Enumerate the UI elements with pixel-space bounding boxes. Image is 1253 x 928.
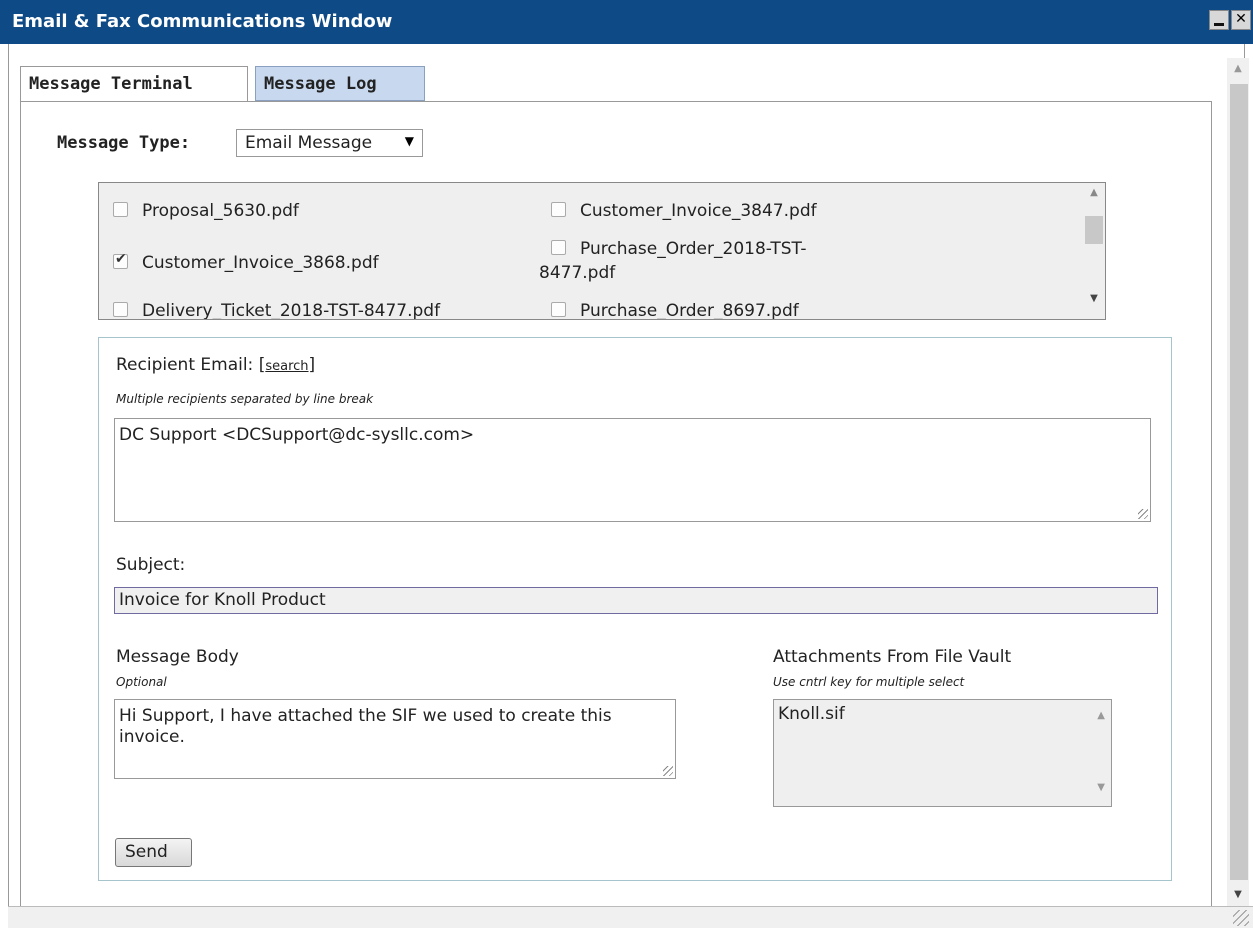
checkbox[interactable]: [551, 202, 566, 217]
scroll-down-icon[interactable]: ▼: [1227, 884, 1249, 906]
minimize-button[interactable]: [1209, 10, 1229, 30]
scroll-up-icon[interactable]: ▲: [1227, 58, 1249, 80]
resize-handle-icon[interactable]: [1138, 509, 1148, 519]
scroll-thumb[interactable]: [1085, 216, 1103, 244]
scroll-down-icon[interactable]: ▼: [1083, 293, 1105, 304]
attachments-label: Attachments From File Vault: [773, 647, 1012, 667]
window-scrollbar[interactable]: ▲ ▼: [1227, 58, 1249, 906]
message-body-textarea[interactable]: Hi Support, I have attached the SIF we u…: [114, 699, 676, 779]
message-body-hint: Optional: [116, 675, 167, 689]
scroll-thumb[interactable]: [1230, 84, 1248, 880]
send-button[interactable]: Send: [115, 838, 192, 867]
tab-message-log[interactable]: Message Log: [255, 66, 425, 101]
close-button[interactable]: ✕: [1231, 10, 1251, 30]
file-list-scrollbar[interactable]: ▲ ▼: [1083, 183, 1105, 319]
search-link[interactable]: search: [265, 359, 308, 374]
file-item-purchase-order-8697[interactable]: Purchase_Order_8697.pdf: [551, 301, 799, 319]
window-status-bar: [8, 906, 1253, 928]
file-item-proposal-5630[interactable]: Proposal_5630.pdf: [113, 201, 299, 221]
scroll-down-icon[interactable]: ▼: [1097, 782, 1105, 793]
recipient-email-textarea[interactable]: DC Support <DCSupport@dc-sysllc.com>: [114, 418, 1151, 522]
message-type-value: Email Message: [245, 133, 373, 153]
checkbox[interactable]: [551, 302, 566, 317]
file-item-customer-invoice-3847[interactable]: Customer_Invoice_3847.pdf: [551, 201, 817, 221]
checkbox[interactable]: [113, 302, 128, 317]
subject-input[interactable]: Invoice for Knoll Product: [114, 587, 1158, 614]
message-body-label: Message Body: [116, 647, 239, 667]
scroll-up-icon[interactable]: ▲: [1097, 710, 1105, 721]
file-item-customer-invoice-3868[interactable]: Customer_Invoice_3868.pdf: [113, 251, 379, 273]
file-item-delivery-ticket-2018-tst-8477[interactable]: Delivery_Ticket_2018-TST-8477.pdf: [113, 301, 440, 319]
scroll-up-icon[interactable]: ▲: [1083, 187, 1105, 198]
window-title: Email & Fax Communications Window: [12, 11, 393, 32]
recipient-hint: Multiple recipients separated by line br…: [116, 392, 374, 406]
tab-message-terminal[interactable]: Message Terminal: [20, 66, 248, 102]
attachments-listbox[interactable]: Knoll.sif ▲ ▼: [773, 699, 1112, 807]
dropdown-arrow-icon: ▼: [404, 134, 414, 148]
attachment-option[interactable]: Knoll.sif: [778, 704, 1107, 724]
resize-handle-icon[interactable]: [663, 766, 673, 776]
recipient-email-label: Recipient Email: [search]: [116, 355, 316, 375]
checkbox[interactable]: [551, 240, 566, 255]
resize-grip-icon[interactable]: [1233, 910, 1249, 926]
message-type-select[interactable]: Email Message ▼: [236, 129, 423, 157]
window-titlebar: Email & Fax Communications Window: [0, 0, 1253, 44]
subject-label: Subject:: [116, 555, 186, 575]
file-item-purchase-order-2018-tst-8477[interactable]: Purchase_Order_2018-TST- 8477.pdf: [539, 237, 806, 285]
checkbox[interactable]: [113, 202, 128, 217]
file-checkbox-list[interactable]: Proposal_5630.pdf Customer_Invoice_3847.…: [98, 182, 1106, 320]
message-type-label: Message Type:: [57, 133, 191, 153]
checkbox-checked[interactable]: [113, 251, 128, 269]
attachments-hint: Use cntrl key for multiple select: [773, 675, 965, 689]
